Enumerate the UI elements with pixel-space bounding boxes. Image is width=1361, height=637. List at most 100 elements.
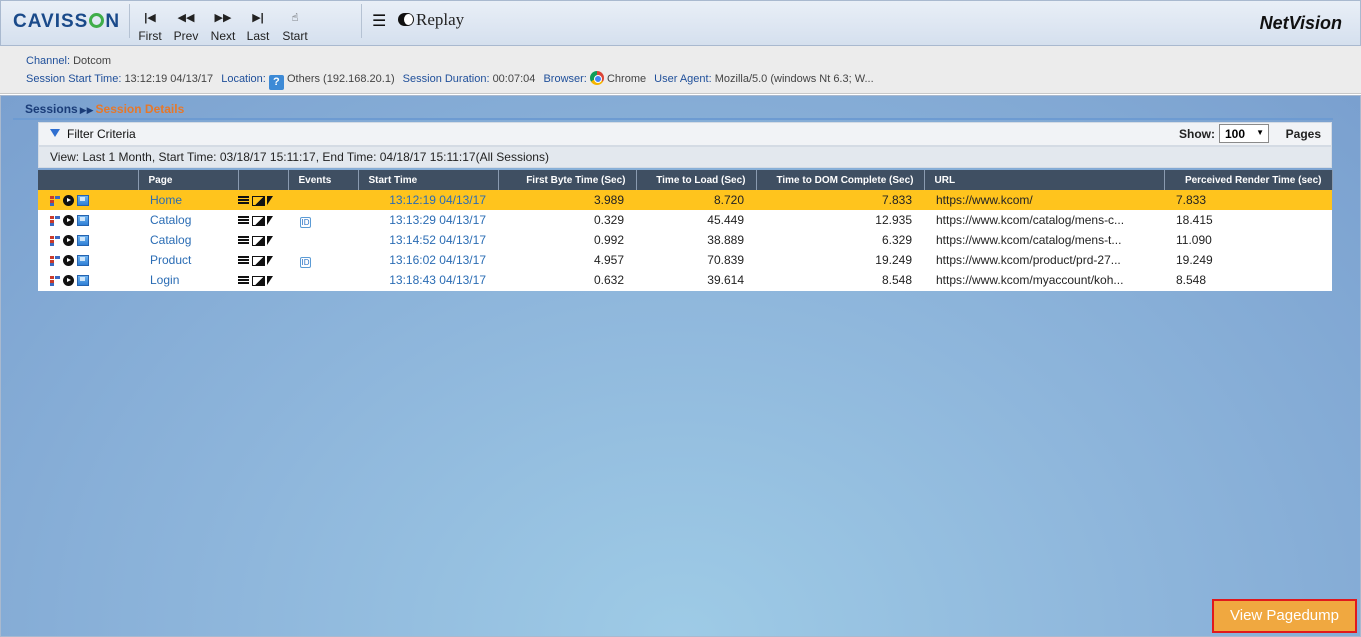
- page-tree-icon[interactable]: [50, 195, 60, 206]
- url-cell: https://www.kcom/catalog/mens-c...: [924, 210, 1164, 231]
- header-start-time[interactable]: Start Time: [358, 170, 499, 190]
- perceived-render-time-cell: 11.090: [1164, 230, 1332, 251]
- row-actions-cell: [38, 230, 138, 251]
- breadcrumb-sessions-link[interactable]: Sessions: [25, 102, 78, 116]
- screenshot-icon[interactable]: [252, 235, 265, 246]
- cavisson-logo: CAVISS N: [13, 11, 121, 32]
- start-time-cell: 13:18:43 04/13/17: [358, 270, 498, 291]
- event-icon[interactable]: ID: [300, 217, 311, 228]
- replay-toggle[interactable]: Replay: [398, 10, 464, 30]
- browser-label: Browser:: [543, 73, 587, 85]
- location-label: Location:: [221, 73, 266, 85]
- copy-icon[interactable]: [77, 255, 89, 267]
- event-icon[interactable]: ID: [300, 257, 311, 268]
- location-value: Others (192.168.20.1): [286, 73, 395, 85]
- header-time-to-load[interactable]: Time to Load (Sec): [636, 170, 757, 190]
- header-page[interactable]: Page: [138, 170, 239, 190]
- play-icon[interactable]: [63, 235, 74, 247]
- play-icon[interactable]: [63, 275, 74, 287]
- play-icon[interactable]: [63, 255, 74, 267]
- details-list-icon[interactable]: [238, 236, 249, 246]
- copy-icon[interactable]: [77, 195, 89, 207]
- next-button[interactable]: ▶▶ Next: [205, 9, 241, 43]
- unknown-location-icon: ?: [268, 75, 284, 90]
- dom-complete-cell: 7.833: [756, 190, 924, 211]
- page-tree-icon[interactable]: [50, 235, 60, 246]
- show-label: Show:: [1179, 127, 1215, 141]
- top-toolbar: CAVISS N |◀ First ◀◀ Prev ▶▶ Next ▶| Last…: [0, 0, 1361, 46]
- prev-label: Prev: [173, 29, 199, 43]
- divider: [13, 118, 1333, 120]
- channel-label: Channel:: [26, 55, 71, 67]
- show-count-select[interactable]: 100: [1219, 124, 1269, 143]
- url-cell: https://www.kcom/myaccount/koh...: [924, 270, 1164, 291]
- cursor-icon[interactable]: [267, 256, 273, 266]
- details-list-icon[interactable]: [238, 196, 249, 206]
- cursor-icon[interactable]: [267, 276, 273, 286]
- prev-button[interactable]: ◀◀ Prev: [168, 9, 204, 43]
- time-to-load-cell: 8.720: [636, 190, 756, 211]
- dom-complete-cell: 8.548: [756, 270, 924, 291]
- perceived-render-time-cell: 19.249: [1164, 250, 1332, 271]
- table-row[interactable]: Catalog 13:14:52 04/13/17 0.992 38.889 6.329…: [38, 230, 1332, 251]
- page-tree-icon[interactable]: [50, 215, 60, 226]
- page-tree-icon[interactable]: [50, 275, 60, 286]
- cursor-icon[interactable]: [267, 196, 273, 206]
- page-actions-cell: [238, 230, 288, 251]
- start-time-cell: 13:16:02 04/13/17: [358, 250, 498, 271]
- header-events[interactable]: Events: [288, 170, 359, 190]
- page-name[interactable]: Catalog: [138, 230, 238, 251]
- start-time-label: Session Start Time:: [26, 73, 122, 85]
- copy-icon[interactable]: [77, 275, 89, 287]
- perceived-render-time-cell: 18.415: [1164, 210, 1332, 231]
- copy-icon[interactable]: [77, 215, 89, 227]
- table-row[interactable]: Product ID 13:16:02 04/13/17 4.957 70.839 19.…: [38, 250, 1332, 271]
- details-list-icon[interactable]: [238, 216, 249, 226]
- details-list-icon[interactable]: [238, 256, 249, 266]
- page-name[interactable]: Home: [138, 190, 238, 211]
- toolbar-divider: [361, 4, 362, 38]
- channel-value: Dotcom: [73, 55, 112, 67]
- play-icon[interactable]: [63, 195, 74, 207]
- cursor-icon[interactable]: [267, 216, 273, 226]
- first-button[interactable]: |◀ First: [132, 9, 168, 43]
- screenshot-icon[interactable]: [252, 215, 265, 226]
- header-perceived-render-time[interactable]: Perceived Render Time (sec): [1164, 170, 1333, 190]
- duration-value: 00:07:04: [492, 73, 536, 85]
- start-button[interactable]: ☝ Start: [277, 9, 313, 43]
- url-cell: https://www.kcom/: [924, 190, 1164, 211]
- view-pagedump-button[interactable]: View Pagedump: [1212, 599, 1357, 633]
- collapse-triangle-icon[interactable]: [50, 129, 60, 137]
- table-row[interactable]: Home 13:12:19 04/13/17 3.989 8.720 7.833 http…: [38, 190, 1332, 211]
- first-byte-time-cell: 0.329: [498, 210, 636, 231]
- user-agent-label: User Agent:: [654, 73, 712, 85]
- page-name[interactable]: Product: [138, 250, 238, 271]
- table-row[interactable]: Login 13:18:43 04/13/17 0.632 39.614 8.548 ht…: [38, 270, 1332, 291]
- header-first-byte-time[interactable]: First Byte Time (Sec): [498, 170, 637, 190]
- screenshot-icon[interactable]: [252, 275, 265, 286]
- time-to-load-cell: 45.449: [636, 210, 756, 231]
- filter-criteria-title[interactable]: Filter Criteria: [67, 127, 136, 141]
- row-actions-cell: [38, 270, 138, 291]
- url-cell: https://www.kcom/catalog/mens-t...: [924, 230, 1164, 251]
- user-agent-value: Mozilla/5.0 (windows Nt 6.3; W...: [714, 73, 874, 85]
- page-name[interactable]: Catalog: [138, 210, 238, 231]
- copy-icon[interactable]: [77, 235, 89, 247]
- menu-icon[interactable]: ☰: [372, 11, 386, 31]
- screenshot-icon[interactable]: [252, 195, 265, 206]
- toggle-icon: [398, 13, 414, 26]
- header-url[interactable]: URL: [924, 170, 1165, 190]
- pages-table-container: Page Events Start Time First Byte Time (…: [38, 170, 1333, 637]
- header-time-to-dom-complete[interactable]: Time to DOM Complete (Sec): [756, 170, 925, 190]
- hand-pointer-icon: ☝: [291, 12, 299, 24]
- table-row[interactable]: Catalog ID 13:13:29 04/13/17 0.329 45.449 12.…: [38, 210, 1332, 231]
- header-actions: [38, 170, 139, 190]
- page-name[interactable]: Login: [138, 270, 238, 291]
- details-list-icon[interactable]: [238, 276, 249, 286]
- play-icon[interactable]: [63, 215, 74, 227]
- cursor-icon[interactable]: [267, 236, 273, 246]
- screenshot-icon[interactable]: [252, 255, 265, 266]
- page-tree-icon[interactable]: [50, 255, 60, 266]
- last-button[interactable]: ▶| Last: [240, 9, 276, 43]
- events-cell: ID: [288, 250, 358, 271]
